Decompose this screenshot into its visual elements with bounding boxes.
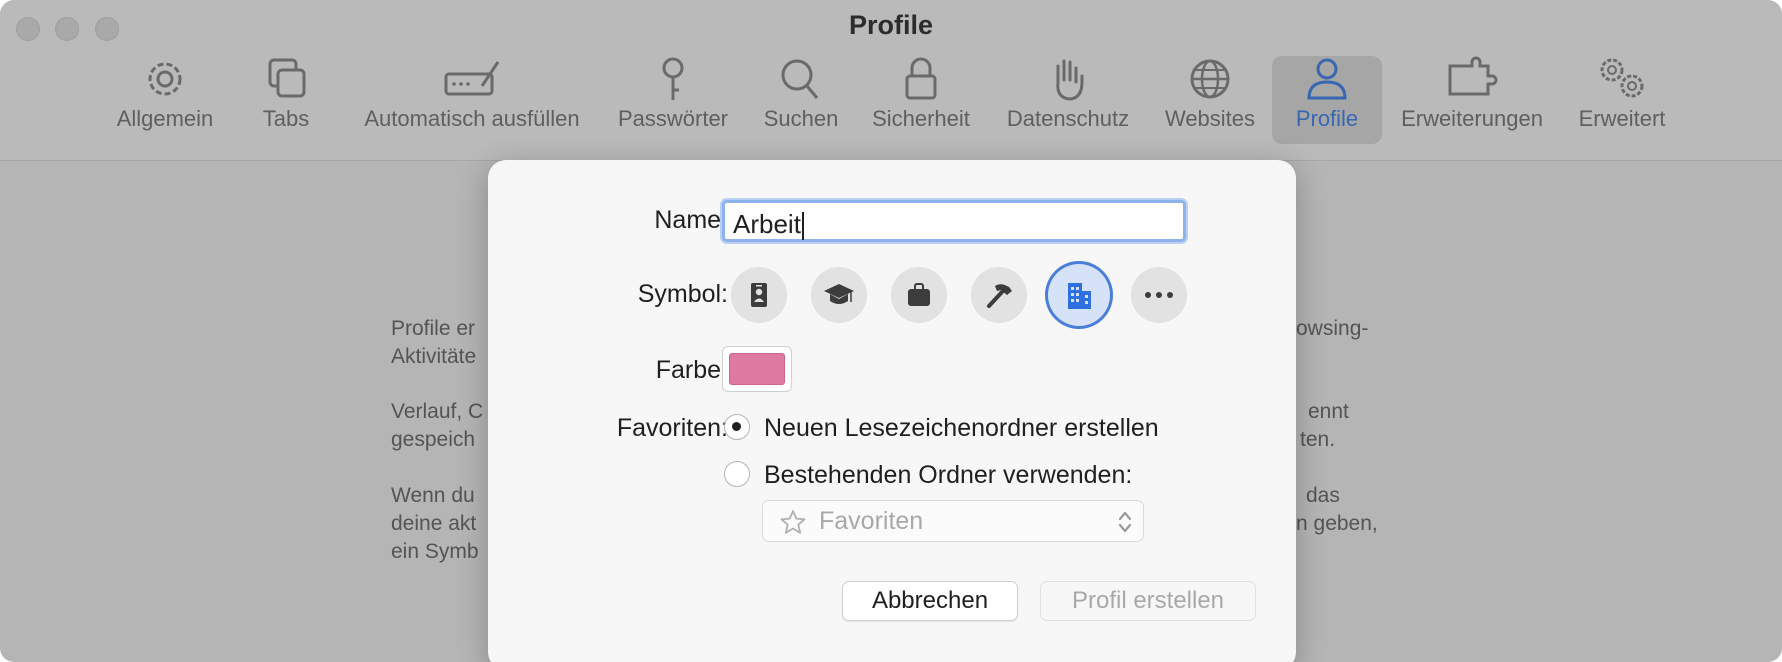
symbol-label: Symbol: [637, 280, 728, 308]
symbol-option-building[interactable] [1048, 264, 1110, 326]
radio-existing-folder-label[interactable]: Bestehenden Ordner verwenden: [764, 461, 1132, 490]
symbol-option-graduation-cap[interactable] [811, 267, 867, 323]
color-picker-well[interactable] [722, 346, 792, 392]
building-icon [1068, 283, 1091, 309]
symbol-option-briefcase[interactable] [891, 267, 947, 323]
radio-new-folder[interactable] [724, 414, 750, 440]
cancel-button[interactable]: Abbrechen [842, 581, 1018, 621]
text-caret [801, 212, 804, 241]
hammer-icon [987, 284, 1012, 308]
id-badge-icon [751, 283, 767, 307]
name-value: Arbeit [733, 209, 801, 239]
radio-new-folder-label[interactable]: Neuen Lesezeichenordner erstellen [764, 414, 1159, 443]
more-icon [1145, 292, 1173, 298]
color-swatch [729, 353, 785, 385]
new-profile-sheet: Name: Arbeit Symbol: Farbe: Favoriten: N… [488, 160, 1296, 662]
radio-existing-folder[interactable] [724, 461, 750, 487]
symbol-option-id-badge[interactable] [731, 267, 787, 323]
create-profile-button[interactable]: Profil erstellen [1040, 581, 1256, 621]
symbol-option-hammer[interactable] [971, 267, 1027, 323]
settings-window: Profile Allgemein Tabs Automatisch ausfü… [0, 0, 1782, 662]
symbol-more-button[interactable] [1131, 267, 1187, 323]
star-icon [780, 510, 806, 534]
favorites-label: Favoriten: [616, 414, 728, 442]
graduation-cap-icon [824, 284, 854, 304]
name-label: Name: [654, 206, 728, 234]
name-field[interactable]: Arbeit [722, 200, 1186, 242]
chevron-up-down-icon [1118, 511, 1132, 533]
color-label: Farbe: [655, 356, 728, 384]
folder-popup-value: Favoriten [819, 507, 924, 535]
briefcase-icon [908, 283, 930, 306]
folder-popup[interactable]: Favoriten [762, 500, 1144, 542]
